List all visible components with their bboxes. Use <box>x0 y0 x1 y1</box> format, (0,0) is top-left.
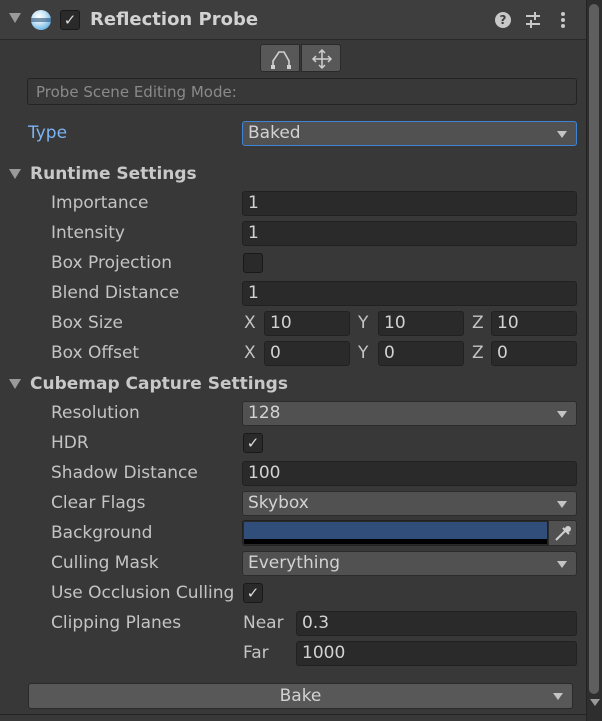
box-size-x-label[interactable]: X <box>244 313 256 333</box>
box-offset-y-field[interactable]: 0 <box>378 341 464 366</box>
type-dropdown[interactable]: Baked <box>242 121 577 146</box>
importance-field[interactable]: 1 <box>242 191 577 216</box>
box-size-label: Box Size <box>51 313 123 333</box>
far-clip-field[interactable]: 1000 <box>296 641 577 666</box>
background-color-swatch[interactable] <box>244 522 547 539</box>
culling-mask-dropdown[interactable]: Everything <box>242 551 577 576</box>
hdr-checkbox[interactable]: ✓ <box>243 433 263 453</box>
clear-flags-dropdown[interactable]: Skybox <box>242 491 577 516</box>
eyedropper-icon <box>555 526 571 541</box>
occlusion-culling-checkbox[interactable]: ✓ <box>243 583 263 603</box>
type-value: Baked <box>248 123 301 143</box>
presets-icon[interactable] <box>524 11 542 29</box>
background-alpha-bar <box>244 539 547 544</box>
box-size-z-field[interactable]: 10 <box>491 311 577 336</box>
runtime-foldout-icon[interactable] <box>9 169 21 179</box>
box-size-y-label[interactable]: Y <box>358 313 368 333</box>
clipping-planes-label: Clipping Planes <box>51 613 182 633</box>
box-projection-checkbox[interactable] <box>243 253 263 273</box>
edit-mode-label: Probe Scene Editing Mode: <box>36 83 237 101</box>
eyedropper-button[interactable] <box>548 520 577 546</box>
edit-bounds-icon <box>271 51 291 69</box>
move-arrows-icon <box>311 48 333 70</box>
box-size-y-field[interactable]: 10 <box>378 311 464 336</box>
blend-distance-label: Blend Distance <box>51 283 180 303</box>
shadow-distance-field[interactable]: 100 <box>242 461 577 486</box>
importance-label: Importance <box>51 193 149 213</box>
edit-origin-button[interactable] <box>301 44 341 72</box>
edit-bounds-button[interactable] <box>260 44 300 72</box>
component-enabled-checkbox[interactable]: ✓ <box>60 10 80 30</box>
runtime-settings-header[interactable]: Runtime Settings <box>30 164 197 184</box>
culling-mask-label: Culling Mask <box>51 553 159 573</box>
resolution-dropdown[interactable]: 128 <box>242 401 577 426</box>
shadow-distance-label: Shadow Distance <box>51 463 198 483</box>
cubemap-foldout-icon[interactable] <box>9 379 21 389</box>
chevron-down-icon <box>557 411 567 418</box>
box-size-x-field[interactable]: 10 <box>264 311 350 336</box>
bake-button[interactable]: Bake <box>28 683 573 709</box>
intensity-label: Intensity <box>51 223 125 243</box>
box-projection-label: Box Projection <box>51 253 173 273</box>
chevron-down-icon[interactable] <box>553 693 563 700</box>
component-title: Reflection Probe <box>90 9 259 30</box>
reflection-probe-icon-band <box>31 18 51 22</box>
chevron-down-icon <box>557 561 567 568</box>
box-offset-x-label[interactable]: X <box>244 343 256 363</box>
box-offset-y-label[interactable]: Y <box>358 343 368 363</box>
scrollbar-thumb[interactable] <box>589 4 599 694</box>
occlusion-culling-label: Use Occlusion Culling <box>51 583 235 603</box>
chevron-down-icon <box>557 131 567 138</box>
type-label: Type <box>28 123 68 143</box>
divider <box>0 714 586 715</box>
scroll-down-icon[interactable] <box>590 699 600 706</box>
box-offset-x-field[interactable]: 0 <box>264 341 350 366</box>
intensity-field[interactable]: 1 <box>242 221 577 246</box>
bake-label: Bake <box>279 686 322 706</box>
help-icon[interactable]: ? <box>495 12 511 28</box>
box-size-z-label[interactable]: Z <box>472 313 484 333</box>
box-offset-z-field[interactable]: 0 <box>491 341 577 366</box>
foldout-arrow-icon[interactable] <box>9 13 21 23</box>
near-clip-field[interactable]: 0.3 <box>296 611 577 636</box>
culling-mask-value: Everything <box>248 553 341 573</box>
blend-distance-field[interactable]: 1 <box>242 281 577 306</box>
clear-flags-value: Skybox <box>248 493 309 513</box>
resolution-label: Resolution <box>51 403 140 423</box>
background-label: Background <box>51 523 153 543</box>
box-offset-label: Box Offset <box>51 343 140 363</box>
hdr-label: HDR <box>51 433 89 453</box>
far-label[interactable]: Far <box>243 643 269 663</box>
clear-flags-label: Clear Flags <box>51 493 146 513</box>
box-offset-z-label[interactable]: Z <box>472 343 484 363</box>
chevron-down-icon <box>557 501 567 508</box>
cubemap-settings-header[interactable]: Cubemap Capture Settings <box>30 374 288 394</box>
more-options-icon[interactable] <box>554 11 572 29</box>
near-label[interactable]: Near <box>243 613 284 633</box>
resolution-value: 128 <box>248 403 281 423</box>
